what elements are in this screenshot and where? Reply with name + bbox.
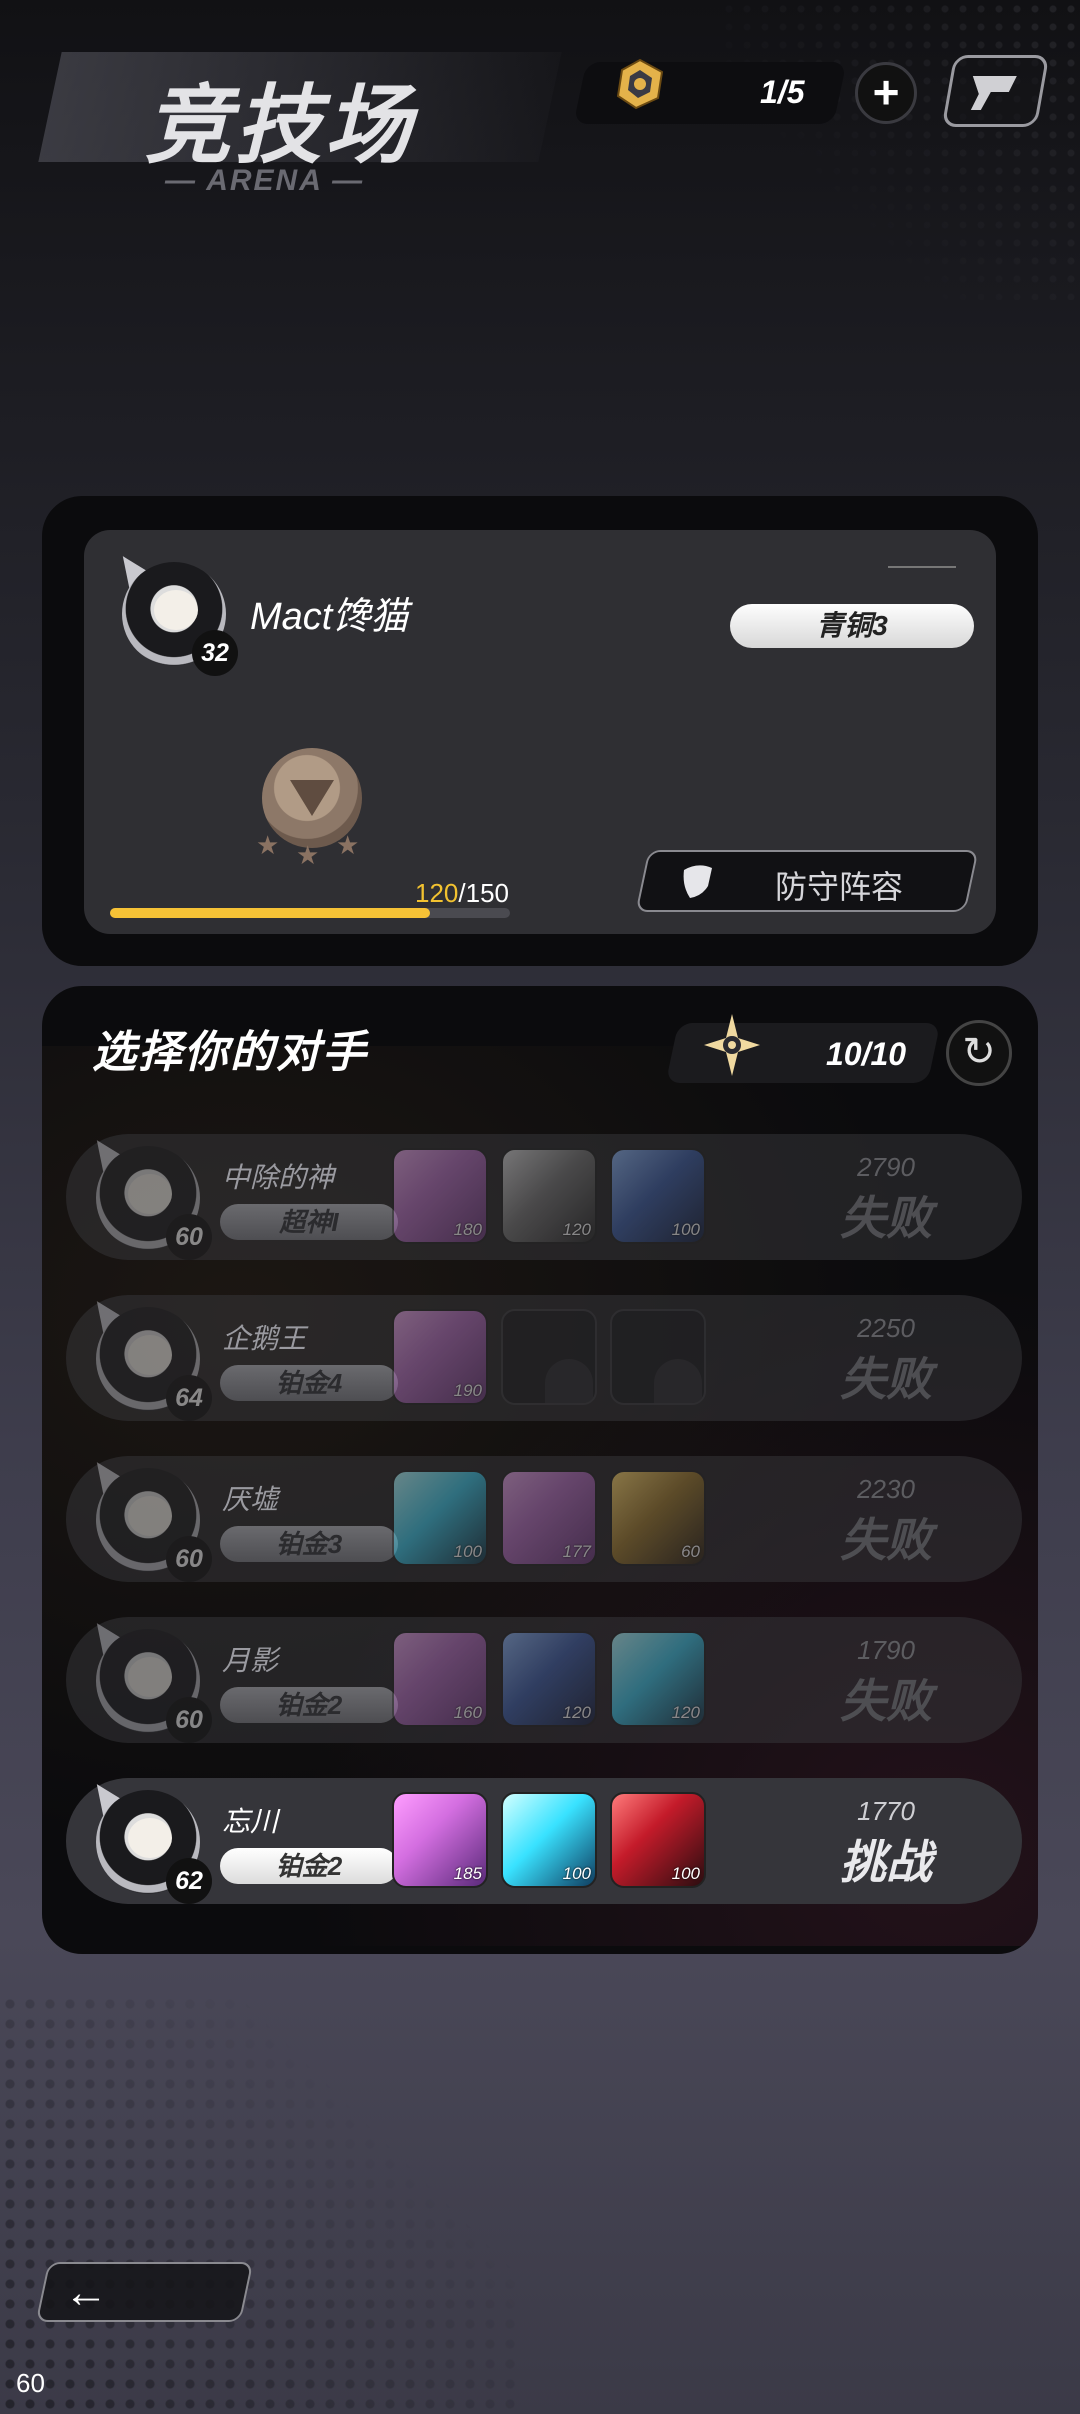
result-label: 失败: [840, 1675, 932, 1727]
hero-portrait: 100: [392, 1470, 488, 1566]
opponent-score: 1790: [857, 1635, 915, 1665]
opponent-row: 64 企鹅王铂金4 190 2250 失败: [66, 1289, 1022, 1421]
hero-portrait: 190: [392, 1309, 488, 1405]
avatar-portrait: [128, 1335, 172, 1375]
divider: [888, 566, 956, 568]
opponent-score: 1770: [857, 1796, 915, 1826]
opponent-name: 月影: [222, 1645, 279, 1676]
opponent-avatar: 60: [80, 1611, 212, 1743]
hero-portrait: 177: [501, 1470, 597, 1566]
opponent-avatar: 62: [80, 1772, 212, 1904]
avatar-portrait: [128, 1174, 172, 1214]
hero-level: 100: [671, 1864, 700, 1883]
hero-portrait: 100: [501, 1792, 597, 1888]
defense-lineup-label: 防守阵容: [775, 869, 904, 905]
result-label: 失败: [840, 1353, 932, 1405]
player-name: Mact馋猫: [250, 596, 409, 638]
opponent-score: 2250: [857, 1313, 915, 1343]
result-label: 失败: [840, 1514, 932, 1566]
refresh-button[interactable]: ↻: [946, 1020, 1012, 1086]
page-title: 竞技场: [145, 78, 415, 174]
opponent-name: 中除的神: [222, 1162, 335, 1193]
opponent-name: 企鹅王: [222, 1323, 307, 1354]
rank-progress-fill: [110, 908, 430, 918]
opponent-level: 60: [166, 1536, 212, 1582]
opponent-avatar: 60: [80, 1450, 212, 1582]
opponent-score: 2790: [857, 1152, 915, 1182]
opponent-rank-badge: 铂金2: [220, 1687, 398, 1723]
hero-portrait: 60: [610, 1470, 706, 1566]
hero-level: 60: [681, 1542, 700, 1561]
page-subtitle: — ARENA —: [165, 164, 365, 197]
opponent-level: 62: [166, 1858, 212, 1904]
ticket-icon: [616, 58, 664, 110]
hero-portrait: 120: [501, 1631, 597, 1727]
halftone-decoration: [0, 1994, 520, 2414]
attempts-count: 10/10: [826, 1036, 907, 1072]
avatar-portrait: [128, 1657, 172, 1697]
hero-portrait: 180: [392, 1148, 488, 1244]
avatar-portrait: [128, 1818, 172, 1858]
hero-level: 160: [453, 1703, 482, 1722]
add-ticket-button[interactable]: +: [855, 62, 917, 124]
star-icon: ★: [336, 830, 360, 860]
player-rank-badge: 青铜3: [730, 604, 974, 648]
hero-portrait: 160: [392, 1631, 488, 1727]
opponent-name: 厌墟: [222, 1484, 279, 1515]
opponent-score: 2230: [857, 1474, 915, 1504]
hero-level: 120: [671, 1703, 700, 1722]
hero-level: 120: [562, 1220, 591, 1239]
opponent-avatar: 60: [80, 1128, 212, 1260]
flag-icon: [970, 76, 1017, 110]
star-icon: ★: [296, 840, 320, 870]
opponent-row: 60 中除的神超神I 180 120 100 2790 失败: [66, 1128, 1022, 1260]
hero-level: 177: [562, 1542, 591, 1561]
hero-slot-empty: [610, 1309, 706, 1405]
star-icon: ★: [256, 830, 280, 860]
opponent-rank-badge: 铂金3: [220, 1526, 398, 1562]
opponent-row[interactable]: 62 忘川铂金2 185 100 100 1770 挑战: [66, 1772, 1022, 1904]
hero-level: 100: [671, 1220, 700, 1239]
hero-level: 120: [562, 1703, 591, 1722]
hero-portrait: 100: [610, 1792, 706, 1888]
opponent-avatar: 64: [80, 1289, 212, 1421]
arrow-left-icon: ←: [64, 2268, 108, 2317]
challenge-button[interactable]: 挑战: [806, 1826, 966, 1892]
hero-level: 190: [453, 1381, 482, 1400]
avatar-portrait: [128, 1496, 172, 1536]
shield-icon: [683, 865, 712, 898]
fps-counter: 60: [16, 2368, 45, 2398]
opponent-row: 60 厌墟铂金3 100 177 60 2230 失败: [66, 1450, 1022, 1582]
ticket-count: 1/5: [760, 74, 805, 110]
opponent-rank-badge: 超神I: [220, 1204, 398, 1240]
hero-portrait: 185: [392, 1792, 488, 1888]
avatar-portrait: [154, 590, 198, 630]
opponent-level: 60: [166, 1214, 212, 1260]
rank-progress-bar: [110, 908, 510, 918]
opponent-rank-badge: 铂金4: [220, 1365, 398, 1401]
player-avatar[interactable]: 32: [106, 544, 238, 676]
choose-opponent-title: 选择你的对手: [92, 1028, 368, 1077]
opponent-level: 64: [166, 1375, 212, 1421]
hero-portrait: 120: [501, 1148, 597, 1244]
hero-portrait: 120: [610, 1631, 706, 1727]
hero-level: 100: [562, 1864, 591, 1883]
sword-star-icon: [704, 1014, 760, 1076]
hero-level: 180: [453, 1220, 482, 1239]
player-level: 32: [192, 630, 238, 676]
hero-portrait: 100: [610, 1148, 706, 1244]
opponent-level: 60: [166, 1697, 212, 1743]
rank-progress-text: 120/150: [415, 878, 509, 908]
result-label: 失败: [840, 1192, 932, 1244]
opponent-name: 忘川: [222, 1806, 279, 1837]
hero-slot-empty: [501, 1309, 597, 1405]
opponent-rank-badge: 铂金2: [220, 1848, 398, 1884]
hero-level: 185: [453, 1864, 482, 1883]
halftone-decoration: [720, 0, 1080, 300]
hero-level: 100: [453, 1542, 482, 1561]
opponent-row: 60 月影铂金2 160 120 120 1790 失败: [66, 1611, 1022, 1743]
flag-button[interactable]: [941, 55, 1050, 127]
